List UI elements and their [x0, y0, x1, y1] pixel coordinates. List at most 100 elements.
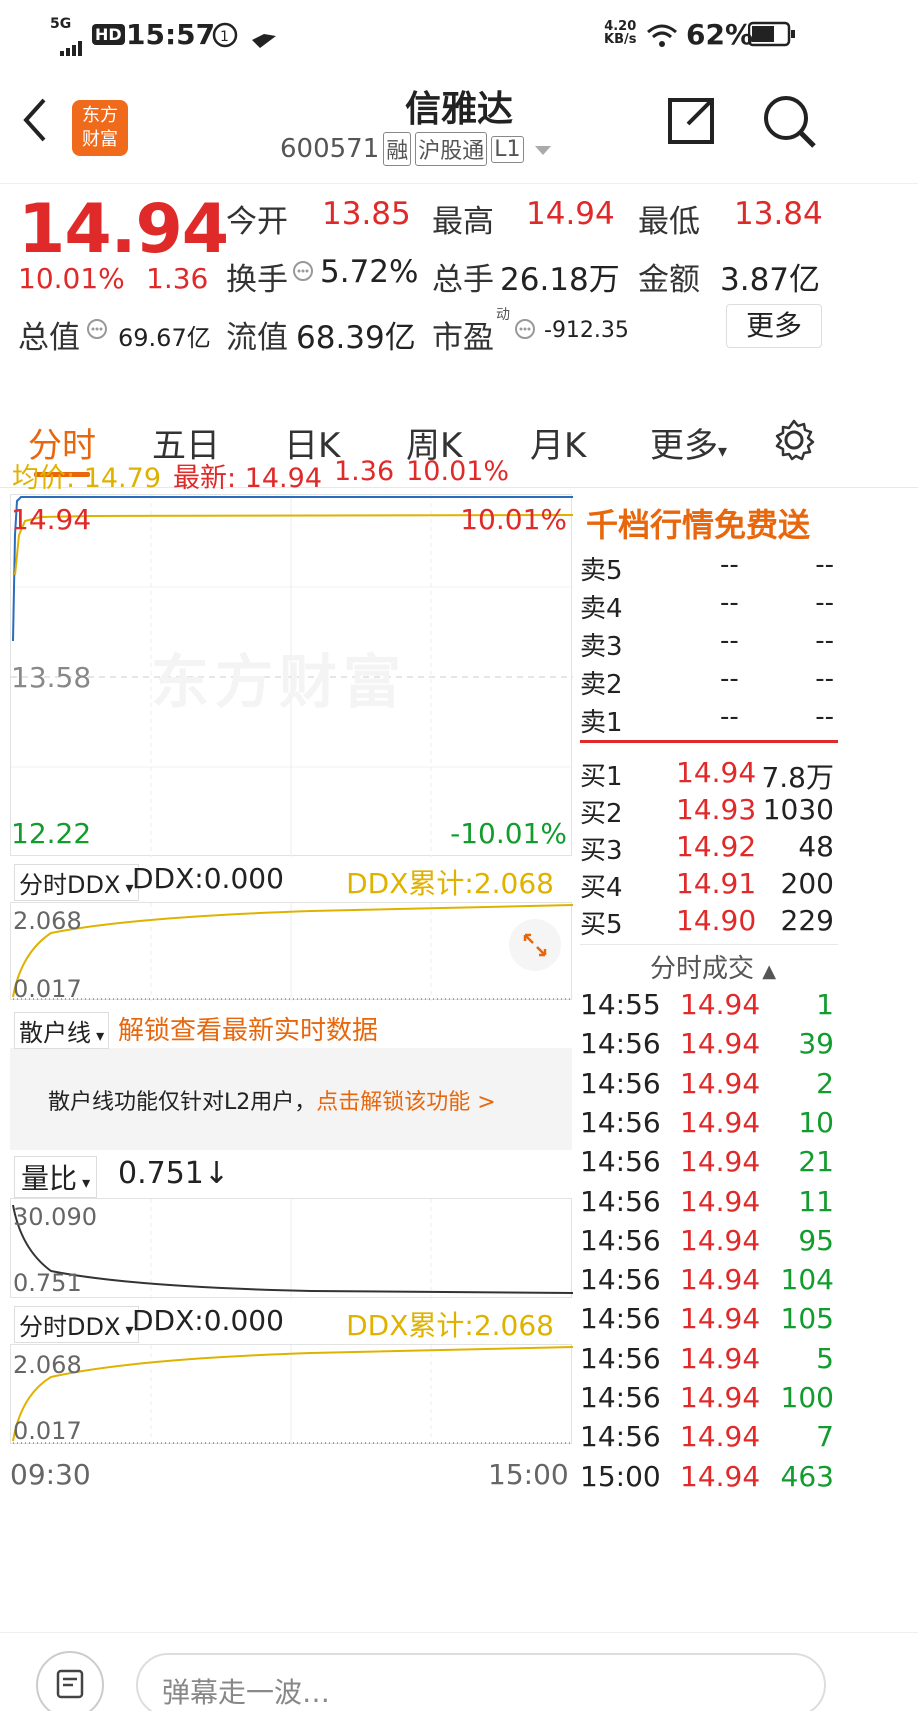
tick-time: 14:56	[580, 1105, 661, 1139]
level-price: 14.91	[676, 867, 757, 900]
volratio-selector[interactable]: 量比 ▾	[14, 1156, 98, 1198]
intraday-chart[interactable]: 东方财富 14.94 13.58 12.22 10.01% -10.01%	[10, 494, 573, 857]
change-percent: 10.01%	[18, 262, 125, 295]
tick-row: 14:56 14.94 10	[580, 1106, 838, 1144]
avg-label: 均价:	[12, 463, 76, 494]
danmu-input[interactable]: 弹幕走一波…	[136, 1653, 826, 1711]
pe-value: -912.35	[544, 318, 629, 343]
caret-up-icon: ▲	[762, 961, 777, 982]
avg-value: 14.79	[83, 463, 161, 494]
level-label: 卖5	[580, 556, 623, 586]
ddx2-cumulative: DDX累计:2.068	[346, 1309, 554, 1342]
tab-more-label: 更多	[650, 426, 718, 466]
share-icon[interactable]	[666, 94, 718, 150]
retail-selector[interactable]: 散户线 ▾	[14, 1012, 110, 1049]
y-axis-bottom: 12.22	[11, 817, 92, 850]
sell-row: 卖2 -- --	[580, 664, 838, 702]
level-label: 卖1	[580, 708, 623, 738]
tick-volume: 39	[798, 1027, 834, 1061]
volume-value: 26.18万	[500, 262, 620, 298]
tick-volume: 10	[798, 1105, 834, 1139]
tick-row: 14:56 14.94 95	[580, 1224, 838, 1262]
info-icon[interactable]	[86, 318, 108, 344]
latest-label: 最新:	[173, 463, 237, 494]
level-label: 卖3	[580, 632, 623, 662]
tick-row: 15:00 14.94 463	[580, 1460, 838, 1498]
volratio-selector-label: 量比	[21, 1162, 78, 1195]
expand-icon[interactable]	[509, 919, 561, 971]
level-volume: --	[815, 588, 834, 618]
tick-price: 14.94	[680, 1381, 761, 1414]
stock-code-row[interactable]: 600571 融 沪股通 L1	[280, 132, 552, 166]
ddx2-selector[interactable]: 分时DDX ▾	[14, 1306, 139, 1343]
latest-pct: 10.01%	[406, 456, 510, 487]
ddx-selector[interactable]: 分时DDX ▾	[14, 864, 139, 901]
ticks-title[interactable]: 分时成交 ▲	[650, 948, 776, 985]
net-speed-unit: KB/s	[604, 32, 637, 47]
retail-unlock-link[interactable]: 点击解锁该功能 >	[316, 1090, 495, 1115]
tick-time: 14:55	[580, 988, 661, 1021]
retail-promo[interactable]: 解锁查看最新实时数据	[118, 1010, 378, 1047]
status-bar: 5G HD 15:57 1 4.20 KB/s 62%	[0, 0, 918, 72]
tick-price: 14.94	[680, 1420, 761, 1454]
latest-change: 1.36	[334, 456, 395, 487]
level-label: 买3	[580, 836, 623, 866]
high-label: 最高	[432, 204, 494, 240]
tick-time: 14:56	[580, 1302, 661, 1336]
battery-icon	[747, 20, 796, 55]
tab-monthly-k[interactable]: 月K	[530, 418, 586, 467]
turnover-value: 5.72%	[320, 254, 419, 290]
settings-icon[interactable]	[772, 418, 816, 466]
more-button[interactable]: 更多	[726, 304, 822, 348]
level-volume: --	[815, 664, 834, 694]
caret-down-icon: ▾	[77, 1173, 91, 1192]
ddx-chart[interactable]: 2.068 0.017	[10, 902, 573, 1003]
app-header: 东方 财富 信雅达 600571 融 沪股通 L1	[0, 72, 918, 184]
tab-more[interactable]: 更多▾	[650, 418, 727, 467]
ddx-selector-label: 分时DDX	[19, 871, 121, 899]
time-axis-start: 09:30	[10, 1458, 91, 1491]
orderbook-panel: 千档行情免费送 卖5 -- -- 卖4 -- -- 卖3 -- -- 卖2 -- -- 卖1 -- -- 买…	[580, 494, 918, 1634]
search-icon[interactable]	[760, 92, 820, 156]
tick-volume: 5	[816, 1341, 834, 1375]
info-icon[interactable]	[292, 260, 314, 286]
y-axis-mid: 13.58	[11, 661, 92, 694]
badge-level: L1	[491, 135, 524, 163]
clock: 15:57	[126, 18, 216, 51]
volume-label: 总手	[432, 262, 494, 298]
retail-selector-label: 散户线	[19, 1019, 91, 1047]
ddx2-chart[interactable]: 2.068 0.017	[10, 1344, 573, 1445]
tick-price: 14.94	[680, 1145, 761, 1179]
tick-volume: 21	[798, 1145, 834, 1179]
retail-panel: 散户线 ▾ 解锁查看最新实时数据 散户线功能仅针对L2用户，点击解锁该功能 >	[10, 1004, 572, 1150]
mktcap-label: 总值	[18, 320, 80, 356]
tick-price: 14.94	[680, 1302, 761, 1336]
tick-volume: 104	[780, 1263, 834, 1297]
comment-icon[interactable]	[36, 1651, 104, 1711]
turnover-label: 换手	[226, 262, 288, 298]
logo-line2: 财富	[82, 129, 118, 150]
pe-label: 市盈	[432, 320, 494, 356]
info-icon[interactable]	[514, 318, 536, 344]
level-price: 14.94	[676, 756, 757, 789]
level-label: 买5	[580, 910, 623, 940]
volratio-y-top: 30.090	[13, 1203, 97, 1231]
orderbook-banner[interactable]: 千档行情免费送	[586, 500, 810, 546]
level-volume: --	[815, 702, 834, 732]
level-price: 14.92	[676, 830, 757, 863]
low-value: 13.84	[734, 196, 823, 232]
tick-time: 14:56	[580, 1381, 661, 1414]
buy-row: 买1 14.94 7.8万	[580, 756, 838, 794]
signal-icon	[60, 30, 88, 63]
tick-volume: 7	[816, 1420, 834, 1454]
tick-volume: 100	[780, 1381, 834, 1414]
tick-volume: 1	[816, 988, 834, 1021]
quote-panel: 14.94 10.01% 1.36 今开 13.85 最高 14.94 最低 1…	[0, 186, 918, 386]
tick-row: 14:56 14.94 11	[580, 1185, 838, 1223]
volratio-chart[interactable]: 30.090 0.751	[10, 1198, 573, 1299]
float-value: 68.39亿	[296, 320, 416, 356]
level-volume: 7.8万	[761, 761, 834, 794]
volratio-value: 0.751↓	[118, 1156, 230, 1191]
tick-row: 14:56 14.94 7	[580, 1420, 838, 1458]
bottom-bar: 弹幕走一波…	[0, 1632, 918, 1711]
